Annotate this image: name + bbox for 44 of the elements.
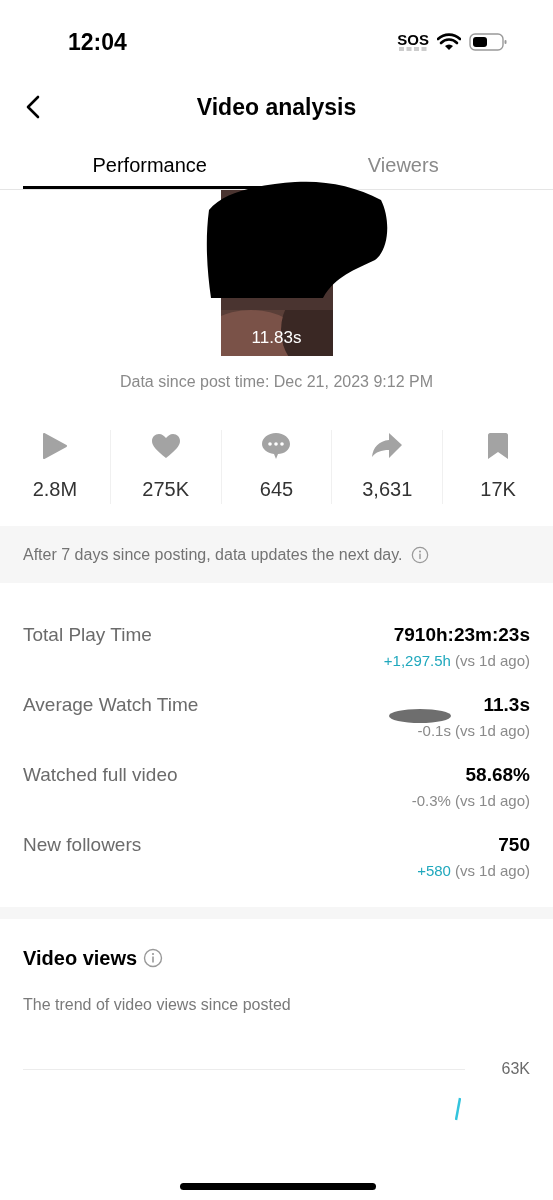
notice-text: After 7 days since posting, data updates the next day. xyxy=(23,544,403,565)
comparison-text: (vs 1d ago) xyxy=(454,720,530,741)
redaction-mark xyxy=(387,707,452,724)
metric-label: Average Watch Time xyxy=(23,693,199,717)
metric-value: 11.3s xyxy=(483,693,530,717)
trend-line-drawing xyxy=(455,1097,461,1121)
stat-value: 17K xyxy=(480,477,516,502)
stat-value: 645 xyxy=(259,477,294,502)
metric-change: +1,297.5h xyxy=(383,650,451,671)
tab[interactable]: Viewers xyxy=(276,144,530,189)
back-icon xyxy=(26,95,40,119)
post-date-text: Data since post time: Dec 21, 2023 9:12 PM xyxy=(119,372,434,392)
metric-change: +580 xyxy=(417,860,451,881)
stat-value: 3,631 xyxy=(362,477,413,502)
metric-label: Watched full video xyxy=(23,763,178,787)
section-title: Video views xyxy=(23,946,138,971)
status-time: 12:04 xyxy=(68,27,127,57)
section-subtitle: The trend of video views since posted xyxy=(23,995,292,1015)
axis-label: 63K xyxy=(500,1059,530,1079)
metric-value: 750 xyxy=(498,833,530,857)
metric-change: -0.1s xyxy=(417,720,451,741)
play-icon xyxy=(41,432,68,460)
metric-change: -0.3% xyxy=(411,790,451,811)
metric-label: New followers xyxy=(23,833,142,857)
duration-text: 11.83s xyxy=(250,326,303,349)
heart-icon xyxy=(150,433,181,459)
signal-dots-icon xyxy=(399,47,428,52)
comparison-text: (vs 1d ago) xyxy=(454,790,530,811)
bookmark-icon xyxy=(487,432,510,460)
page-title: Video analysis xyxy=(196,92,357,122)
comparison-text: (vs 1d ago) xyxy=(454,650,530,671)
info-icon[interactable] xyxy=(410,545,429,564)
wifi-icon xyxy=(437,33,461,51)
metric-label: Total Play Time xyxy=(23,623,152,647)
metric-value: 58.68% xyxy=(465,763,530,787)
comment-icon xyxy=(261,432,292,460)
comparison-text: (vs 1d ago) xyxy=(454,860,530,881)
info-icon[interactable] xyxy=(143,948,164,968)
stat-value: 2.8M xyxy=(32,477,78,502)
stat-value: 275K xyxy=(142,477,190,502)
carrier-text: SOS xyxy=(397,32,429,47)
battery-icon xyxy=(469,32,507,52)
metric-value: 7910h:23m:23s xyxy=(393,623,530,647)
share-icon xyxy=(371,432,404,460)
